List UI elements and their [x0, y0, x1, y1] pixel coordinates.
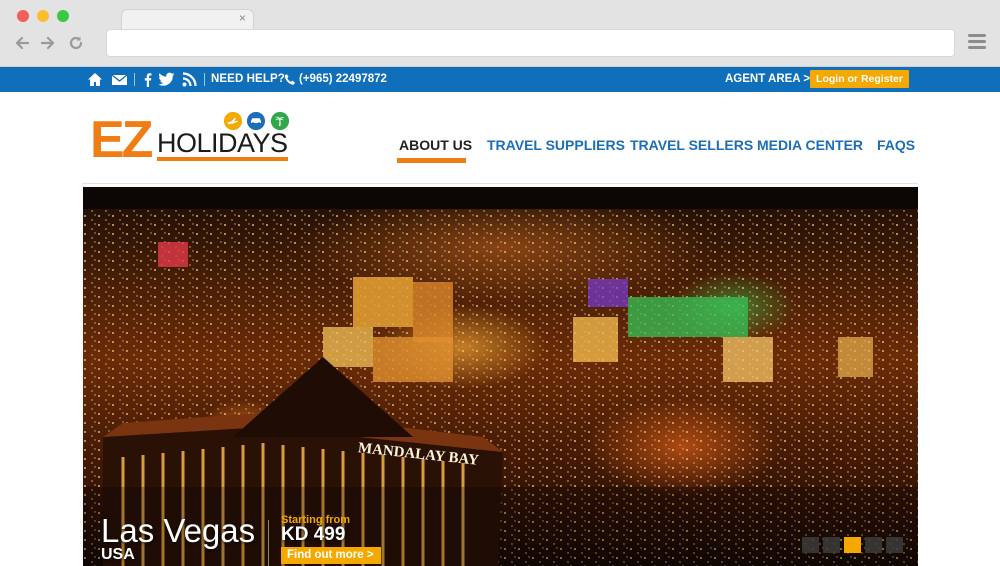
- window-maximize-dot[interactable]: [57, 10, 69, 22]
- rss-icon[interactable]: [182, 72, 197, 87]
- address-bar[interactable]: [106, 29, 955, 57]
- top-utility-bar: NEED HELP? (+965) 22497872 AGENT AREA > …: [0, 67, 1000, 92]
- window-close-dot[interactable]: [17, 10, 29, 22]
- nav-active-indicator: [397, 158, 466, 163]
- hero-city-title: Las Vegas: [101, 512, 256, 549]
- facebook-icon[interactable]: [143, 72, 152, 87]
- tab-close-icon[interactable]: ×: [239, 11, 246, 25]
- window-minimize-dot[interactable]: [37, 10, 49, 22]
- slider-dot[interactable]: [886, 537, 903, 553]
- logo-holidays-text: HOLIDAYS: [157, 128, 288, 158]
- slider-dot[interactable]: [823, 537, 840, 553]
- find-out-more-button[interactable]: Find out more >: [281, 547, 381, 564]
- agent-area-link[interactable]: AGENT AREA >: [725, 73, 810, 85]
- browser-tab[interactable]: ×: [121, 9, 254, 31]
- hero-slider-image[interactable]: MANDALAY BAY: [83, 187, 918, 566]
- las-vegas-night-skyline: MANDALAY BAY: [83, 187, 918, 566]
- slider-dot[interactable]: [802, 537, 819, 553]
- logo-ez-text: EZ: [90, 111, 153, 169]
- reload-icon[interactable]: [67, 34, 85, 52]
- hero-divider: [268, 520, 269, 566]
- twitter-icon[interactable]: [158, 72, 175, 87]
- phone-number[interactable]: (+965) 22497872: [299, 73, 387, 85]
- divider: [204, 73, 205, 86]
- palm-tree-icon: [271, 112, 289, 130]
- hero-price: KD 499: [281, 524, 346, 545]
- hamburger-menu-icon[interactable]: [968, 34, 986, 50]
- back-arrow-icon[interactable]: [13, 34, 31, 52]
- nav-travel-suppliers[interactable]: TRAVEL SUPPLIERS: [487, 137, 625, 153]
- phone-icon: [284, 74, 295, 85]
- browser-chrome: ×: [0, 0, 1000, 67]
- home-icon[interactable]: [87, 72, 103, 87]
- car-icon: [247, 112, 265, 130]
- mail-icon[interactable]: [111, 72, 128, 87]
- login-register-button[interactable]: Login or Register: [810, 70, 909, 88]
- nav-travel-sellers[interactable]: TRAVEL SELLERS: [630, 137, 753, 153]
- header-divider: [82, 183, 918, 184]
- nav-media-center[interactable]: MEDIA CENTER: [757, 137, 863, 153]
- plane-icon: [224, 112, 242, 130]
- slider-dot-active[interactable]: [844, 537, 861, 553]
- logo-underline: [157, 157, 288, 161]
- nav-about-us[interactable]: ABOUT US: [399, 137, 472, 153]
- forward-arrow-icon[interactable]: [39, 34, 57, 52]
- slider-dot[interactable]: [865, 537, 882, 553]
- nav-faqs[interactable]: FAQS: [877, 137, 915, 153]
- divider: [134, 73, 135, 86]
- hero-country: USA: [101, 546, 135, 563]
- need-help-label: NEED HELP?: [211, 73, 285, 85]
- ez-holidays-logo[interactable]: EZ HOLIDAYS: [90, 109, 300, 167]
